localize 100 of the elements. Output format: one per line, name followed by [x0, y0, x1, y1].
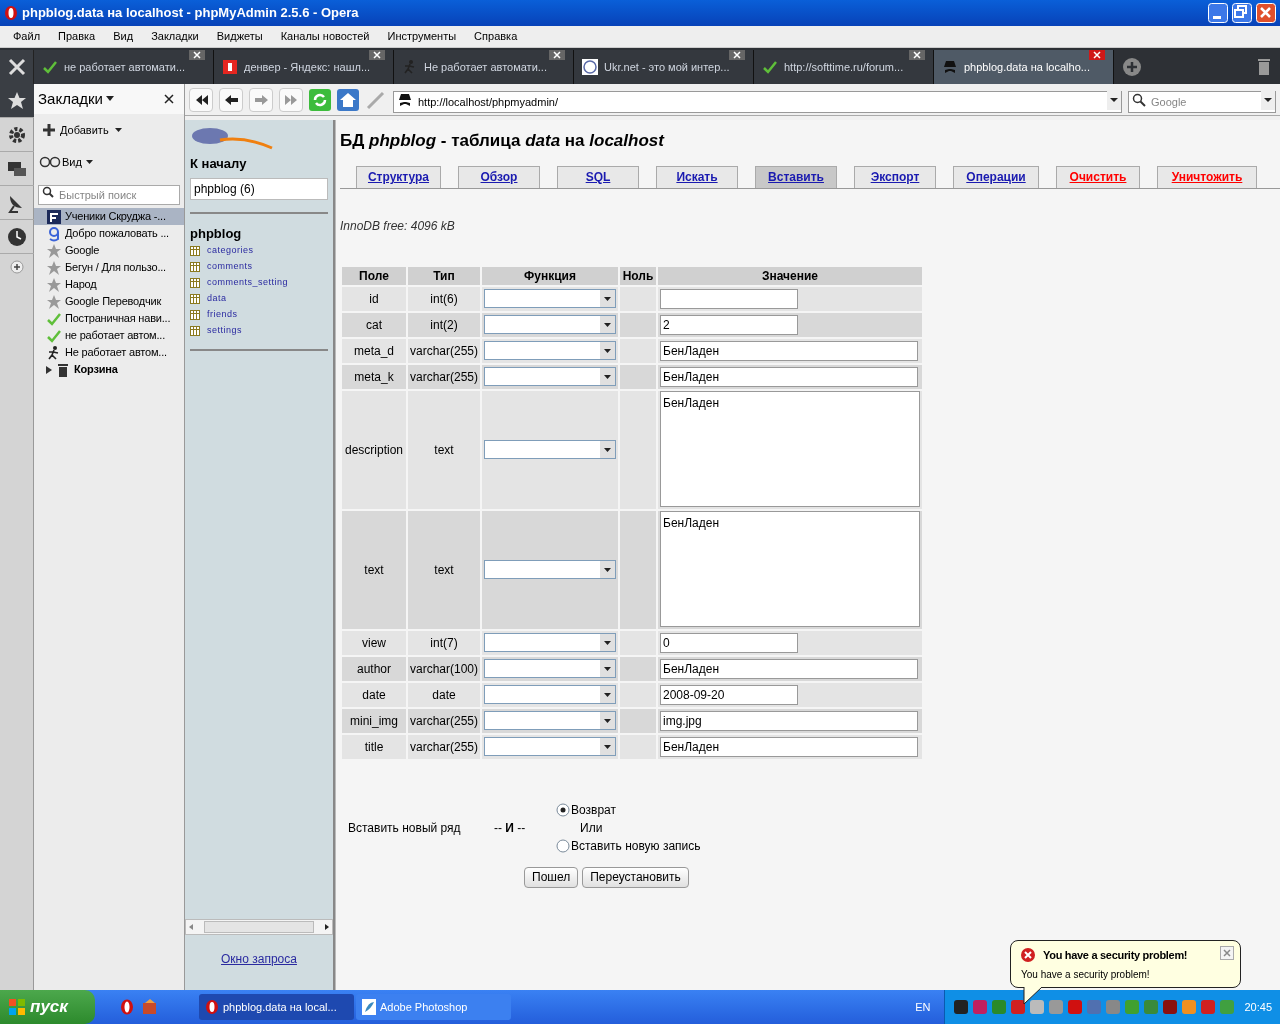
trash-icon[interactable]	[1256, 58, 1272, 76]
table-link[interactable]: friends	[207, 308, 238, 322]
function-select[interactable]	[484, 315, 616, 334]
bookmark-item[interactable]: Не работает автом...	[34, 344, 184, 361]
add-bookmark-button[interactable]: Добавить	[34, 114, 184, 146]
minimize-button[interactable]	[1208, 3, 1228, 23]
tray-icon[interactable]	[1162, 999, 1179, 1015]
form-button[interactable]: Переустановить	[582, 866, 689, 888]
function-select[interactable]	[484, 659, 616, 678]
form-button[interactable]: Пошел	[524, 866, 579, 888]
tray-icon[interactable]	[953, 999, 970, 1015]
value-input[interactable]: 2008-09-20	[660, 684, 798, 705]
bookmark-item[interactable]: Google	[34, 242, 184, 259]
table-icon[interactable]	[190, 246, 200, 256]
database-name[interactable]: phpblog	[190, 223, 328, 243]
menu-item[interactable]: Файл	[4, 28, 50, 45]
sidebar-panel-button[interactable]	[0, 84, 34, 118]
function-select[interactable]	[484, 367, 616, 386]
fast-forward-button[interactable]	[279, 87, 303, 112]
table-link[interactable]: comments_setting	[207, 276, 289, 290]
menu-item[interactable]: Справка	[465, 28, 527, 45]
bookmark-item[interactable]: Бегун / Для пользо...	[34, 259, 184, 276]
table-link[interactable]: settings	[207, 324, 243, 338]
value-input[interactable]: БенЛаден	[660, 340, 918, 361]
tools-button[interactable]	[0, 50, 34, 84]
bookmark-item[interactable]: Народ	[34, 276, 184, 293]
tray-icon[interactable]	[1010, 999, 1027, 1015]
bookmark-item[interactable]: Ученики Скруджа -...	[34, 208, 184, 225]
radio-label[interactable]: Вставить новую запись	[571, 836, 701, 855]
browser-tab[interactable]: http://softtime.ru/forum...	[754, 50, 934, 84]
opera-icon[interactable]	[119, 998, 135, 1016]
tab[interactable]: Структура	[356, 165, 441, 188]
home-icon[interactable]	[337, 88, 359, 111]
address-field[interactable]: http://localhost/phpmyadmin/	[393, 90, 1122, 113]
expand-arrow-icon[interactable]	[46, 365, 52, 374]
radio-button[interactable]	[556, 802, 570, 817]
menu-item[interactable]: Виджеты	[207, 28, 272, 45]
back-button[interactable]	[219, 87, 243, 112]
table-link[interactable]: data	[207, 292, 227, 306]
bookmark-item[interactable]: Постраничная нави...	[34, 310, 184, 327]
reload-icon[interactable]	[309, 88, 331, 111]
value-input[interactable]: БенЛаден	[660, 366, 918, 387]
menu-item[interactable]: Вид	[104, 28, 143, 45]
value-input[interactable]	[660, 288, 798, 309]
language-indicator[interactable]: EN	[915, 998, 931, 1016]
menu-item[interactable]: Каналы новостей	[271, 28, 379, 45]
browser-tab[interactable]: денвер - Яндекс: нашл...	[214, 50, 394, 84]
add-panel-icon[interactable]	[9, 260, 24, 274]
bookmark-item[interactable]: Добро пожаловать ...	[34, 225, 184, 242]
taskbar-button[interactable]: phpblog.data на local...	[199, 994, 354, 1020]
value-input[interactable]: img.jpg	[660, 710, 918, 731]
tab[interactable]: Операции	[953, 165, 1039, 188]
menu-item[interactable]: Закладки	[142, 28, 208, 45]
function-select[interactable]	[484, 289, 616, 308]
query-window-link[interactable]: Окно запроса	[221, 950, 297, 968]
radio-label[interactable]: Возврат	[571, 800, 616, 819]
table-icon[interactable]	[190, 262, 200, 272]
bookmark-item[interactable]: не работает автом...	[34, 327, 184, 344]
quick-search-field[interactable]: Быстрый поиск	[38, 185, 180, 205]
tab[interactable]: SQL	[557, 165, 639, 188]
restore-button[interactable]	[1232, 3, 1252, 23]
function-select[interactable]	[484, 440, 616, 459]
tab[interactable]: Обзор	[458, 165, 540, 188]
function-select[interactable]	[484, 560, 616, 579]
home-link[interactable]: К началу	[190, 154, 328, 174]
program-icon[interactable]	[141, 998, 159, 1016]
tray-icon[interactable]	[1067, 999, 1084, 1015]
radio-button[interactable]	[556, 838, 570, 853]
browser-tab[interactable]: phpblog.data на localho...	[934, 50, 1114, 84]
value-textarea[interactable]: БенЛаден	[660, 390, 920, 507]
value-input[interactable]: БенЛаден	[660, 658, 918, 679]
browser-tab[interactable]: Ukr.net - это мой интер...	[574, 50, 754, 84]
bookmark-folder[interactable]: Корзина	[34, 361, 184, 378]
function-select[interactable]	[484, 341, 616, 360]
close-button[interactable]	[1256, 3, 1276, 23]
phpmyadmin-logo-icon[interactable]	[190, 126, 274, 152]
new-tab-icon[interactable]	[1122, 57, 1142, 77]
horizontal-scrollbar[interactable]	[185, 919, 333, 935]
table-icon[interactable]	[190, 294, 200, 304]
taskbar-button[interactable]: Adobe Photoshop	[356, 994, 511, 1020]
browser-tab[interactable]: Не работает автомати...	[394, 50, 574, 84]
value-textarea[interactable]: БенЛаден	[660, 510, 920, 627]
close-icon[interactable]	[164, 94, 174, 104]
function-select[interactable]	[484, 633, 616, 652]
forward-button[interactable]	[249, 87, 273, 112]
search-field[interactable]: Google	[1128, 90, 1276, 113]
rewind-button[interactable]	[189, 87, 213, 112]
tab[interactable]: Экспорт	[854, 165, 936, 188]
database-select[interactable]: phpblog (6)	[190, 177, 328, 200]
function-select[interactable]	[484, 711, 616, 730]
menu-item[interactable]: Инструменты	[378, 28, 466, 45]
menu-item[interactable]: Правка	[49, 28, 105, 45]
view-button[interactable]: Вид	[34, 146, 184, 178]
bookmark-item[interactable]: Google Переводчик	[34, 293, 184, 310]
table-link[interactable]: comments	[207, 260, 253, 274]
table-icon[interactable]	[190, 326, 200, 336]
function-select[interactable]	[484, 737, 616, 756]
value-input[interactable]: 2	[660, 314, 798, 335]
browser-tab[interactable]: не работает автомати...	[34, 50, 214, 84]
tab[interactable]: Искать	[656, 165, 738, 188]
